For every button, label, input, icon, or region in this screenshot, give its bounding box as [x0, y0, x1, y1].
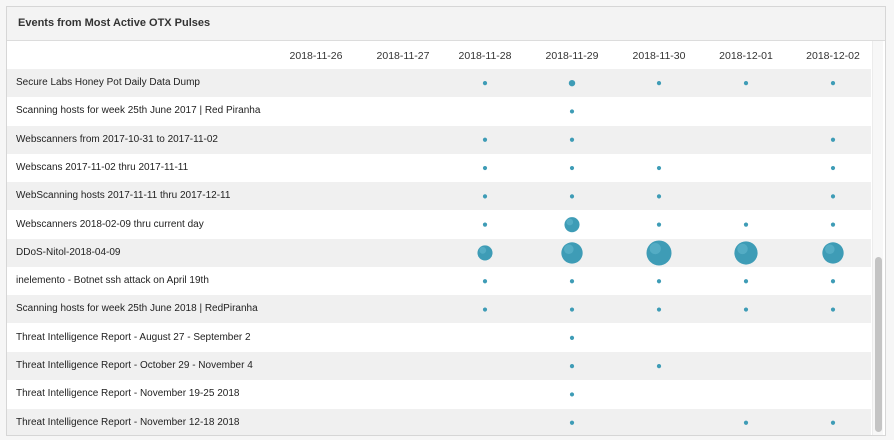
event-bubble[interactable]: [569, 307, 575, 312]
date-column-label: 2018-11-27: [376, 50, 430, 62]
event-bubble[interactable]: [743, 222, 749, 227]
event-bubble[interactable]: [569, 364, 575, 369]
event-bubble[interactable]: [656, 81, 662, 86]
event-bubble-highlight: [566, 218, 574, 226]
event-bubble[interactable]: [830, 165, 836, 171]
event-bubble[interactable]: [743, 81, 749, 86]
event-bubble[interactable]: [734, 241, 758, 265]
date-column-label: 2018-11-29: [545, 50, 599, 62]
event-bubble-highlight: [564, 244, 574, 255]
event-bubble[interactable]: [482, 165, 488, 171]
event-bubble[interactable]: [482, 222, 488, 227]
date-column-label: 2018-12-02: [806, 50, 860, 62]
event-bubble[interactable]: [564, 217, 580, 233]
event-bubble[interactable]: [743, 307, 749, 312]
bubble-plot: [477, 79, 844, 425]
event-bubble[interactable]: [482, 279, 488, 284]
event-bubble[interactable]: [830, 194, 836, 199]
event-bubble[interactable]: [656, 222, 662, 227]
date-column-label: 2018-12-01: [719, 50, 773, 62]
event-bubble[interactable]: [477, 245, 493, 261]
event-bubble[interactable]: [830, 81, 836, 86]
event-bubble[interactable]: [569, 137, 575, 142]
event-bubble[interactable]: [569, 279, 575, 284]
event-bubble[interactable]: [656, 364, 662, 369]
event-bubble[interactable]: [743, 279, 749, 284]
event-bubble[interactable]: [646, 240, 672, 266]
event-bubble[interactable]: [822, 242, 844, 264]
event-bubble[interactable]: [569, 165, 575, 171]
event-bubble[interactable]: [482, 307, 488, 312]
event-bubble-highlight: [479, 246, 487, 254]
date-column-label: 2018-11-30: [632, 50, 686, 62]
event-bubble[interactable]: [569, 194, 575, 199]
event-bubble[interactable]: [830, 137, 836, 142]
event-bubble-highlight: [737, 243, 748, 255]
event-bubble[interactable]: [568, 79, 576, 87]
event-bubble[interactable]: [656, 307, 662, 312]
event-bubble[interactable]: [569, 392, 575, 397]
event-bubble[interactable]: [656, 279, 662, 284]
date-column-label: 2018-11-26: [289, 50, 343, 62]
event-bubble[interactable]: [569, 335, 575, 340]
event-bubble[interactable]: [656, 194, 662, 199]
event-bubble[interactable]: [482, 81, 488, 86]
event-bubble-highlight: [649, 242, 661, 255]
event-bubble[interactable]: [830, 222, 836, 227]
event-bubble[interactable]: [830, 279, 836, 284]
event-bubble[interactable]: [482, 137, 488, 142]
date-column-label: 2018-11-28: [458, 50, 512, 62]
event-bubble[interactable]: [743, 420, 749, 425]
event-bubble[interactable]: [830, 307, 836, 312]
event-bubble[interactable]: [830, 420, 836, 425]
event-bubble-highlight: [825, 244, 835, 255]
scrollbar-thumb[interactable]: [875, 257, 882, 432]
otx-pulses-panel: Events from Most Active OTX Pulses 2018-…: [6, 6, 886, 436]
event-bubble[interactable]: [569, 420, 575, 425]
event-bubble[interactable]: [569, 109, 575, 114]
event-bubble[interactable]: [561, 242, 583, 264]
event-bubble[interactable]: [482, 194, 488, 199]
date-column-header-row: 2018-11-26 2018-11-27 2018-11-28 2018-11-29…: [7, 41, 871, 70]
panel-title: Events from Most Active OTX Pulses: [7, 7, 885, 41]
event-bubble[interactable]: [656, 165, 662, 171]
